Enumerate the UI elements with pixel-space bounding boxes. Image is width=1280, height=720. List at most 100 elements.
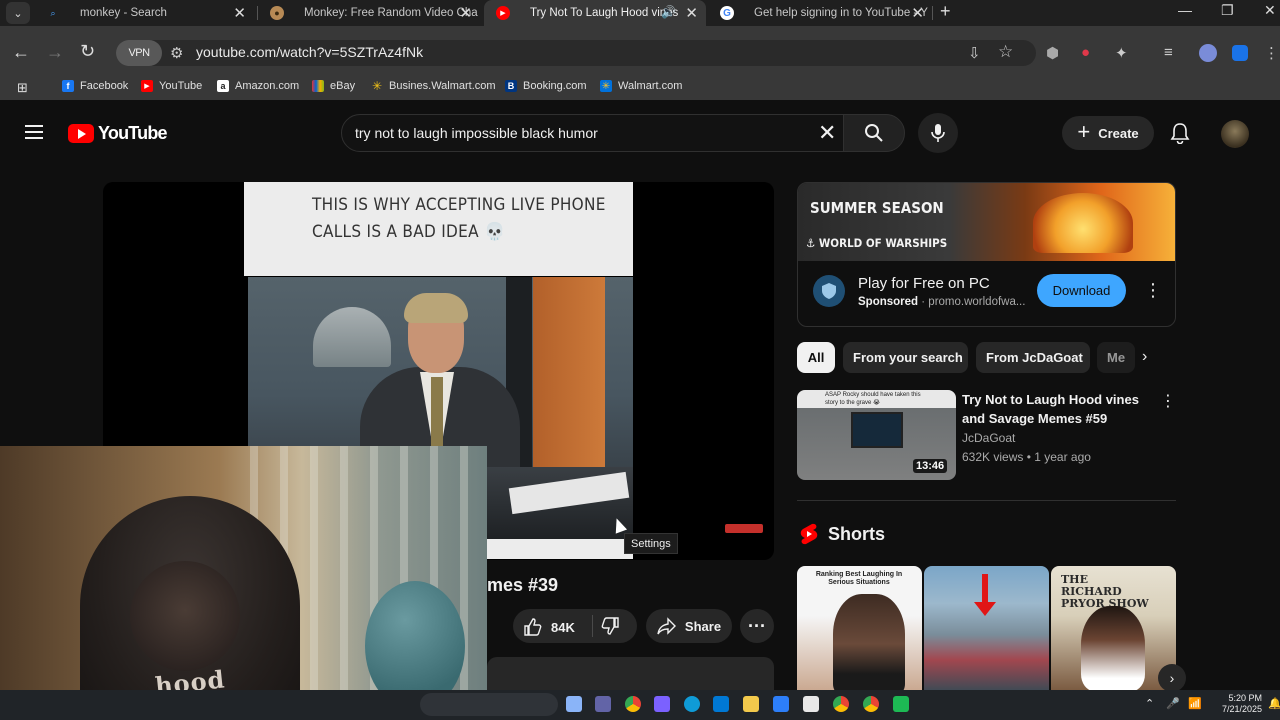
- shorts-next-button[interactable]: ›: [1158, 664, 1186, 692]
- minimize-icon[interactable]: —: [1178, 2, 1192, 18]
- vpn-badge[interactable]: VPN: [116, 40, 162, 66]
- tab-google-help[interactable]: G Get help signing in to YouTube - Y ✕: [708, 0, 932, 26]
- microphone-tray-icon[interactable]: 🎤: [1166, 697, 1180, 710]
- ad-banner-image[interactable]: SUMMER SEASON ⚓ WORLD OF WARSHIPS: [798, 183, 1175, 261]
- menu-icon[interactable]: [25, 125, 43, 143]
- search-query[interactable]: try not to laugh impossible black humor: [355, 125, 598, 141]
- tab-search-menu-button[interactable]: ⌄: [6, 2, 30, 24]
- booking-icon: B: [505, 80, 517, 92]
- bookmark-label: Walmart.com: [618, 80, 683, 92]
- close-tab-icon[interactable]: ✕: [685, 4, 698, 22]
- monkey-favicon-icon: ●: [270, 6, 284, 20]
- chrome-icon[interactable]: [833, 696, 849, 712]
- close-window-icon[interactable]: ✕: [1264, 2, 1276, 19]
- close-tab-icon[interactable]: ✕: [459, 4, 472, 22]
- install-app-icon[interactable]: ⇩: [968, 44, 981, 62]
- copilot-icon[interactable]: [654, 696, 670, 712]
- bookmark-booking[interactable]: B Booking.com: [505, 80, 587, 92]
- voice-search-button[interactable]: [918, 113, 958, 153]
- edge-icon[interactable]: [684, 696, 700, 712]
- close-tab-icon[interactable]: ✕: [233, 4, 246, 22]
- system-clock[interactable]: 5:20 PM 7/21/2025: [1222, 693, 1262, 715]
- chrome-profile-icon[interactable]: [863, 696, 879, 712]
- ad-advertiser-icon[interactable]: [813, 275, 845, 307]
- app-icon[interactable]: [773, 696, 789, 712]
- ad-more-icon[interactable]: ⋮: [1144, 280, 1162, 301]
- extension-lock-icon[interactable]: ●: [1081, 44, 1090, 61]
- bookmark-star-icon[interactable]: ☆: [998, 42, 1013, 62]
- taskbar-search[interactable]: [420, 693, 558, 716]
- create-button[interactable]: + Create: [1062, 116, 1154, 150]
- short-item[interactable]: [924, 566, 1049, 691]
- back-icon[interactable]: ←: [12, 42, 30, 63]
- extension-shield-icon[interactable]: ⬢: [1046, 44, 1059, 62]
- bookmark-walmart[interactable]: ✳ Walmart.com: [600, 80, 682, 92]
- bookmark-amazon[interactable]: a Amazon.com: [217, 80, 299, 92]
- search-icon: [865, 124, 883, 142]
- recommended-channel-name[interactable]: JcDaGoat: [962, 431, 1015, 445]
- chevron-right-icon[interactable]: ›: [1142, 348, 1147, 366]
- notifications-icon[interactable]: [1170, 122, 1190, 149]
- create-label: Create: [1098, 125, 1139, 141]
- url-text[interactable]: youtube.com/watch?v=5SZTrAz4fNk: [196, 44, 423, 60]
- video-options-icon[interactable]: ⋮: [1160, 391, 1176, 411]
- subscribe-watermark[interactable]: [725, 524, 763, 533]
- youtube-logo[interactable]: YouTube: [68, 123, 168, 144]
- new-tab-icon[interactable]: +: [940, 1, 951, 22]
- profile-icon[interactable]: [1199, 44, 1217, 62]
- short-overlay-text: Ranking Best Laughing In Serious Situati…: [815, 571, 903, 586]
- short-item[interactable]: THE RICHARD PRYOR SHOW: [1051, 566, 1176, 691]
- tray-chevron-icon[interactable]: ⌃: [1145, 697, 1154, 710]
- bookmark-ebay[interactable]: eBay: [312, 80, 355, 92]
- app-icon[interactable]: [893, 696, 909, 712]
- search-button[interactable]: [843, 114, 905, 152]
- browser-menu-icon[interactable]: ⋮: [1264, 44, 1279, 62]
- share-button[interactable]: Share: [646, 609, 732, 643]
- thumbnail-caption: ASAP Rocky should have taken this story …: [825, 392, 921, 406]
- like-button[interactable]: 84K: [523, 617, 575, 637]
- youtube-wordmark: YouTube: [98, 123, 168, 143]
- maximize-icon[interactable]: ❐: [1221, 2, 1234, 19]
- recommended-video-title[interactable]: Try Not to Laugh Hood vines and Savage M…: [962, 390, 1142, 428]
- tab-divider: [932, 6, 933, 20]
- close-tab-icon[interactable]: ✕: [911, 4, 924, 22]
- file-explorer-icon[interactable]: [743, 696, 759, 712]
- video-caption-text: THIS IS WHY ACCEPTING LIVE PHONE CALLS I…: [312, 195, 606, 242]
- reload-icon[interactable]: ↻: [80, 41, 95, 62]
- notification-bell-icon[interactable]: 🔔: [1268, 697, 1280, 710]
- tab-monkey-search[interactable]: ⌕ monkey - Search ✕: [34, 0, 254, 26]
- reading-list-icon[interactable]: ≡: [1164, 44, 1173, 61]
- site-settings-icon[interactable]: ⚙: [170, 44, 183, 62]
- wifi-icon[interactable]: 📶: [1188, 697, 1202, 710]
- teams-icon[interactable]: [595, 696, 611, 712]
- youtube-play-icon: [68, 124, 94, 143]
- tab-youtube-video[interactable]: ▶ Try Not To Laugh Hood vines 🔊 ✕: [484, 0, 706, 26]
- more-actions-button[interactable]: ···: [740, 609, 774, 643]
- bookmark-facebook[interactable]: f Facebook: [62, 80, 128, 92]
- speaker-icon[interactable]: 🔊: [661, 5, 676, 19]
- tab-title: Monkey: Free Random Video Cha: [304, 7, 478, 19]
- bookmark-business-walmart[interactable]: ✳ Busines.Walmart.com: [371, 79, 496, 93]
- youtube-favicon-icon: ▶: [496, 6, 510, 20]
- ad-title[interactable]: Play for Free on PC: [858, 275, 990, 292]
- outlook-icon[interactable]: [713, 696, 729, 712]
- chip-more[interactable]: Me: [1097, 342, 1135, 373]
- chip-from-jcdagoat[interactable]: From JcDaGoat: [976, 342, 1090, 373]
- chrome-icon[interactable]: [625, 696, 641, 712]
- extensions-puzzle-icon[interactable]: ✦: [1115, 44, 1128, 62]
- extension-check-icon[interactable]: [1232, 45, 1248, 61]
- short-item[interactable]: Ranking Best Laughing In Serious Situati…: [797, 566, 922, 691]
- forward-icon[interactable]: →: [46, 42, 64, 63]
- download-button[interactable]: Download: [1037, 274, 1126, 307]
- task-view-icon[interactable]: [566, 696, 582, 712]
- account-avatar[interactable]: [1221, 120, 1249, 148]
- apps-grid-icon[interactable]: ⊞: [17, 80, 28, 96]
- tab-monkey-video-chat[interactable]: ● Monkey: Free Random Video Cha ✕: [258, 0, 480, 26]
- video-title: mes #39: [487, 575, 559, 595]
- store-icon[interactable]: [803, 696, 819, 712]
- dislike-button[interactable]: [600, 616, 620, 641]
- chip-from-your-search[interactable]: From your search: [843, 342, 968, 373]
- chip-all[interactable]: All: [797, 342, 835, 373]
- bookmark-youtube[interactable]: ▶ YouTube: [141, 80, 202, 92]
- clear-search-icon[interactable]: ✕: [818, 120, 836, 146]
